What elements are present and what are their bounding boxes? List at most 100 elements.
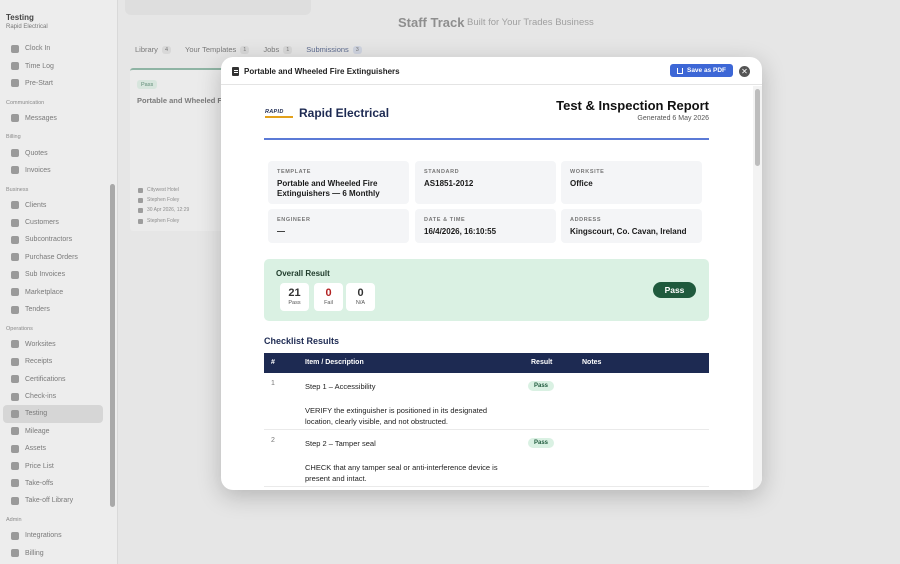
sidebar-item-customers[interactable]: Customers [0, 214, 106, 231]
sidebar-item-sub-invoices[interactable]: Sub Invoices [0, 266, 106, 283]
shield-icon [11, 79, 19, 88]
sidebar-item-label: Tenders [25, 306, 50, 314]
download-icon [676, 67, 683, 74]
signature-icon [138, 218, 143, 224]
sidebar-item-label: Billing [25, 549, 44, 557]
modal-scrollbar-thumb[interactable] [755, 89, 760, 166]
tab-your-templates[interactable]: Your Templates 1 [185, 45, 250, 54]
sidebar-item-label: Quotes [25, 149, 48, 157]
tab-submissions[interactable]: Submissions 3 [306, 45, 362, 54]
save-as-pdf-button[interactable]: Save as PDF [670, 64, 733, 77]
sidebar-section-heading: Billing [6, 134, 21, 141]
sidebar-item-label: Marketplace [25, 288, 64, 296]
column-header: # [271, 359, 275, 366]
person-icon [11, 218, 19, 227]
sidebar-item-pre-start[interactable]: Pre-Start [0, 75, 106, 92]
sidebar: Testing Rapid Electrical Clock In Time Lo… [0, 0, 118, 564]
sidebar-item-subcontractors[interactable]: Subcontractors [0, 231, 106, 248]
sidebar-item-receipts[interactable]: Receipts [0, 353, 106, 370]
sidebar-section-heading: Communication [6, 99, 45, 106]
sidebar-item-messages[interactable]: Messages [0, 110, 106, 127]
sidebar-item-label: Clients [25, 201, 47, 209]
submission-card[interactable]: Pass Portable and Wheeled F Citywest Hot… [130, 68, 231, 231]
sidebar-item-tenders[interactable]: Tenders [0, 301, 106, 318]
row-number: 1 [271, 380, 275, 387]
sidebar-item-clock-in[interactable]: Clock In [0, 40, 106, 57]
checklist-table: # Item / Description Result Notes 1 Step… [264, 353, 709, 487]
sidebar-item-invoices[interactable]: Invoices [0, 162, 106, 179]
sidebar-item-price-list[interactable]: Price List [0, 457, 106, 474]
top-bar: Staff Track Built for Your Trades Busine… [119, 0, 900, 40]
info-date-time: DATE & TIME 16/4/2026, 16:10:55 [415, 209, 556, 243]
report-title: Test & Inspection Report [556, 98, 709, 113]
close-icon[interactable]: ✕ [739, 66, 750, 77]
sidebar-item-label: Purchase Orders [25, 253, 78, 261]
sidebar-item-testing[interactable]: Testing [3, 405, 103, 423]
info-standard: STANDARD AS1851-2012 [415, 161, 556, 204]
sidebar-scrollbar[interactable] [110, 184, 115, 507]
column-header: Result [531, 359, 553, 366]
sidebar-item-billing[interactable]: Billing [0, 544, 106, 561]
tab-count: 4 [161, 45, 171, 54]
invoice-icon [11, 270, 19, 279]
tab-count: 1 [283, 45, 293, 54]
sidebar-item-mileage[interactable]: Mileage [0, 423, 106, 440]
sidebar-item-certifications[interactable]: Certifications [0, 370, 106, 387]
sidebar-item-quotes[interactable]: Quotes [0, 144, 106, 161]
submission-worksite: Citywest Hotel [138, 187, 179, 193]
row-number: 2 [271, 437, 275, 444]
logo-mark: RAPID [265, 109, 293, 118]
sidebar-item-label: Messages [25, 114, 57, 122]
asset-icon [11, 444, 19, 453]
na-count: 0 N/A [346, 283, 375, 311]
row-result-badge: Pass [528, 381, 555, 391]
status-badge: Pass [137, 80, 158, 89]
tab-library[interactable]: Library 4 [135, 45, 171, 54]
sidebar-item-label: Receipts [25, 358, 53, 366]
table-header: # Item / Description Result Notes [264, 353, 709, 373]
clock-icon [11, 44, 19, 53]
sidebar-item-clients[interactable]: Clients [0, 197, 106, 214]
company-name: Testing [6, 13, 34, 22]
sidebar-item-label: Certifications [25, 375, 66, 383]
sidebar-item-check-ins[interactable]: Check-ins [0, 388, 106, 405]
column-header: Notes [582, 359, 602, 366]
app-title: Staff Track [398, 15, 465, 30]
sidebar-item-purchase-orders[interactable]: Purchase Orders [0, 249, 106, 266]
car-icon [11, 427, 19, 436]
sidebar-item-worksites[interactable]: Worksites [0, 336, 106, 353]
overall-result-badge: Pass [653, 282, 696, 298]
logo-company-name: Rapid Electrical [299, 106, 390, 120]
person-icon [138, 197, 143, 203]
modal-header: Portable and Wheeled Fire Extinguishers … [221, 57, 762, 85]
sidebar-item-label: Assets [25, 445, 47, 453]
sidebar-item-label: Check-ins [25, 393, 57, 400]
sidebar-item-label: Clock In [25, 45, 51, 53]
info-address: ADDRESS Kingscourt, Co. Cavan, Ireland [561, 209, 702, 243]
sidebar-item-label: Time Log [25, 62, 54, 70]
tab-jobs[interactable]: Jobs 1 [263, 45, 293, 54]
sidebar-item-take-offs[interactable]: Take-offs [0, 475, 106, 492]
sidebar-item-marketplace[interactable]: Marketplace [0, 283, 106, 300]
sidebar-item-time-log[interactable]: Time Log [0, 57, 106, 74]
link-icon [11, 531, 19, 540]
row-description: CHECK that any tamper seal or anti-inter… [305, 463, 498, 483]
sidebar-item-label: Customers [25, 219, 59, 227]
pass-count: 21 Pass [280, 283, 309, 311]
pin-icon [11, 340, 19, 349]
search-input[interactable] [125, 0, 311, 15]
group-icon [11, 235, 19, 244]
library-icon [11, 496, 19, 505]
badge-icon [11, 375, 19, 384]
pin-icon [138, 187, 143, 193]
sidebar-item-take-off-library[interactable]: Take-off Library [0, 492, 106, 509]
sidebar-item-integrations[interactable]: Integrations [0, 527, 106, 544]
sidebar-item-assets[interactable]: Assets [0, 440, 106, 457]
sidebar-item-label: Invoices [25, 166, 51, 174]
calendar-icon [138, 207, 143, 213]
sidebar-item-label: Worksites [25, 340, 56, 348]
history-icon [11, 62, 19, 71]
list-icon [11, 409, 19, 418]
info-template: TEMPLATE Portable and Wheeled Fire Extin… [268, 161, 409, 204]
location-icon [11, 392, 19, 401]
